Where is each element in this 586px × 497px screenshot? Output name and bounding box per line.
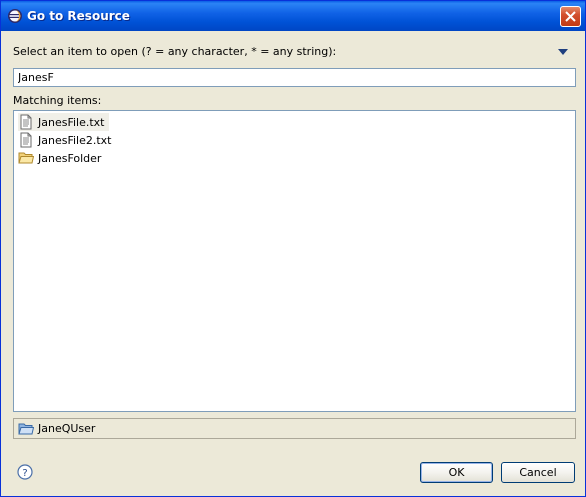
search-input[interactable] — [13, 68, 576, 87]
matching-items-label: Matching items: — [13, 94, 102, 107]
list-item[interactable]: JanesFile.txt — [18, 113, 109, 131]
text-file-icon — [20, 132, 32, 148]
text-file-icon — [20, 114, 32, 130]
project-folder-icon — [18, 423, 34, 434]
list-item-label: JanesFile2.txt — [38, 133, 112, 147]
status-bar: JaneQUser — [13, 418, 576, 439]
list-item[interactable]: JanesFile2.txt — [18, 131, 116, 149]
svg-text:?: ? — [22, 468, 27, 479]
view-menu-icon[interactable] — [558, 49, 568, 55]
help-icon[interactable]: ? — [17, 464, 33, 480]
close-icon — [565, 11, 576, 22]
folder-icon — [18, 152, 34, 164]
title-bar[interactable]: Go to Resource — [1, 1, 585, 31]
window-title: Go to Resource — [27, 9, 130, 23]
status-label: JaneQUser — [38, 422, 96, 435]
close-button[interactable] — [560, 6, 581, 27]
eclipse-icon — [8, 9, 22, 23]
go-to-resource-dialog: Go to Resource Select an item to open (?… — [0, 0, 586, 497]
list-item[interactable]: JanesFolder — [18, 149, 105, 167]
list-item-label: JanesFile.txt — [38, 115, 105, 129]
ok-button[interactable]: OK — [420, 462, 493, 483]
list-item-label: JanesFolder — [38, 151, 102, 165]
cancel-button[interactable]: Cancel — [501, 462, 575, 483]
filter-prompt-label: Select an item to open (? = any characte… — [13, 45, 337, 58]
matching-items-list[interactable]: JanesFile.txt JanesFile2.txt JanesFolder — [13, 110, 576, 412]
